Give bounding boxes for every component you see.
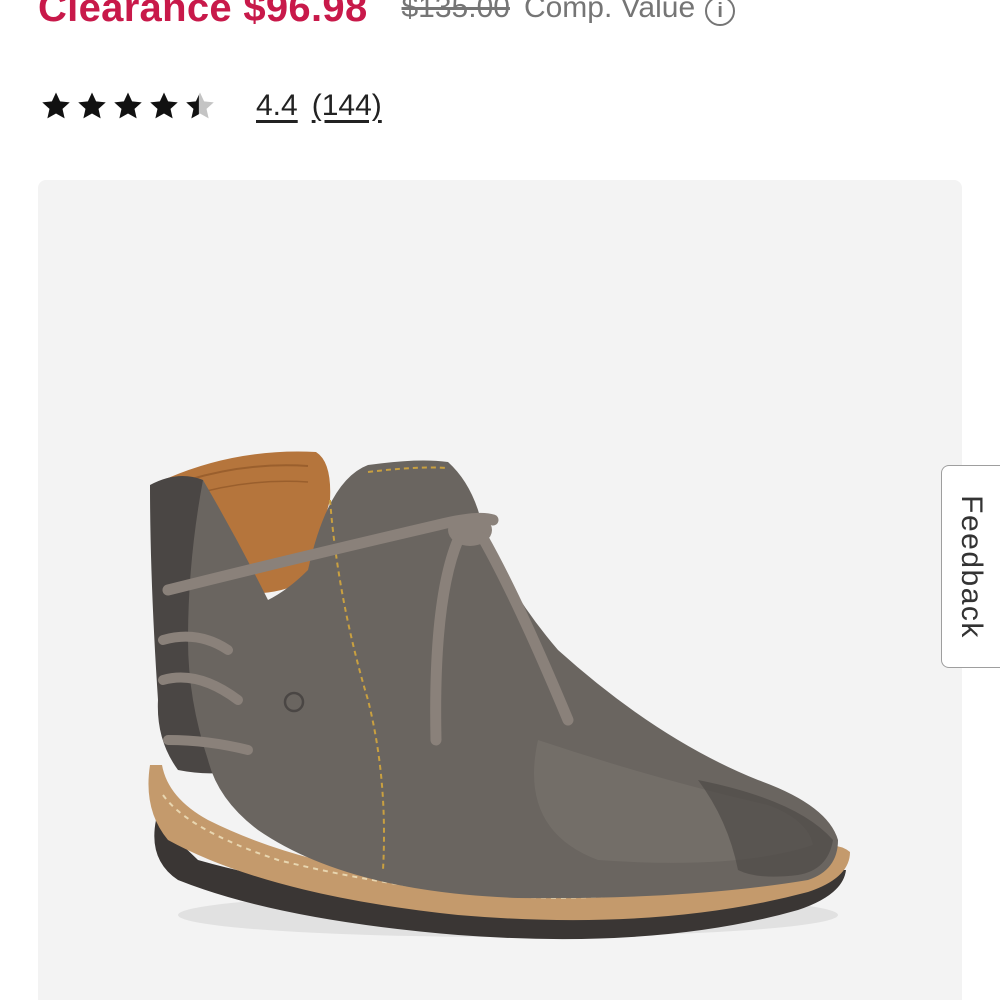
rating-value-link[interactable]: 4.4 [256,89,298,123]
feedback-label: Feedback [955,494,988,639]
star-icon [78,92,106,119]
rating-row: 4.4 (144) [38,84,382,128]
feedback-tab[interactable]: Feedback [941,465,1000,668]
star-icon [150,92,178,119]
product-image[interactable] [38,180,962,1000]
star-icon [114,92,142,119]
review-count-link[interactable]: (144) [312,89,382,123]
comp-value-label: Comp. Value [523,0,696,24]
price-row: Clearance $96.98 $135.00 Comp. Value i [38,0,736,38]
sale-price: Clearance $96.98 [38,0,368,30]
original-price: $135.00 [401,0,510,24]
info-icon[interactable]: i [705,0,736,26]
boot-illustration [148,451,850,940]
star-rating[interactable] [38,89,218,123]
star-half-icon [186,92,214,119]
star-icon [42,92,70,119]
